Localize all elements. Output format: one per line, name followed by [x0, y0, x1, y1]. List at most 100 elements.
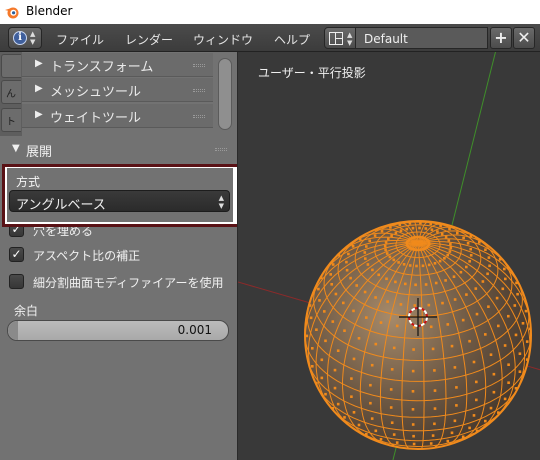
delete-screen-button[interactable]: ✕ [513, 27, 535, 49]
drag-grip-icon[interactable] [215, 148, 227, 151]
menu-help[interactable]: ヘルプ [274, 31, 310, 48]
face-dot [351, 245, 355, 248]
face-dot [374, 429, 378, 433]
face-dot [349, 276, 352, 280]
3d-viewport[interactable] [237, 52, 540, 460]
face-dot [450, 431, 454, 435]
face-dot [399, 229, 403, 232]
menu-window[interactable]: ウィンドウ [193, 31, 253, 48]
face-dot [453, 419, 457, 423]
face-dot [524, 309, 528, 313]
face-dot [399, 303, 403, 306]
panel-mesh-tools[interactable]: ▶ メッシュツール [22, 78, 213, 102]
face-dot [462, 236, 465, 240]
face-dot [449, 242, 452, 246]
face-dot [507, 381, 510, 384]
face-dot [459, 270, 463, 274]
face-dot [398, 223, 402, 227]
face-dot [408, 222, 412, 225]
face-dot [365, 245, 368, 248]
face-dot [468, 260, 471, 263]
panel-transform[interactable]: ▶ トランスフォーム [22, 53, 213, 77]
shelf-tab-shading[interactable]: ト [1, 108, 21, 132]
shelf-tab-tools[interactable] [1, 54, 21, 78]
face-dot [347, 252, 350, 256]
face-dot [385, 277, 388, 281]
method-label: 方式 [16, 175, 41, 189]
face-dot [408, 264, 412, 267]
face-dot [333, 368, 337, 372]
face-dot [474, 287, 478, 290]
margin-slider[interactable]: 0.001 [7, 320, 229, 341]
face-dot [394, 280, 397, 284]
face-dot [369, 383, 372, 387]
face-dot [412, 348, 415, 351]
face-dot [350, 377, 353, 380]
method-dropdown[interactable]: アングルベース ▲ ▼ [9, 190, 230, 213]
editor-type-button[interactable]: i ▲ ▼ [8, 27, 42, 49]
face-dot [324, 339, 327, 343]
face-dot [434, 281, 438, 285]
panel-transform-label: トランスフォーム [50, 60, 154, 75]
face-dot [478, 241, 481, 244]
face-dot [427, 263, 431, 267]
face-dot [488, 264, 491, 268]
face-dot [495, 296, 499, 300]
panel-weight-tools[interactable]: ▶ ウェイトツール [22, 104, 213, 128]
face-dot [374, 296, 377, 299]
face-dot [345, 268, 349, 272]
face-dot [513, 304, 517, 307]
shelf-scrollbar[interactable] [218, 58, 232, 130]
face-dot [357, 337, 361, 340]
updown-arrows-icon: ▲ ▼ [347, 31, 353, 47]
shelf-tab-create[interactable]: ん [1, 80, 21, 104]
face-dot [418, 226, 421, 230]
face-dot [466, 242, 470, 245]
subsurf-checkbox[interactable] [9, 274, 24, 289]
drag-grip-icon[interactable] [193, 89, 205, 92]
face-dot [440, 232, 444, 236]
face-dot [411, 226, 415, 230]
face-dot [461, 318, 465, 322]
face-dot [465, 265, 468, 269]
margin-slider-fill [8, 321, 18, 340]
face-dot [444, 279, 447, 282]
face-dot [352, 357, 356, 361]
face-dot [414, 283, 417, 287]
face-dot [324, 392, 327, 396]
window-titlebar: Blender [0, 0, 540, 24]
face-dot [397, 261, 400, 264]
face-dot [438, 259, 442, 263]
face-dot [352, 411, 356, 414]
face-dot [430, 228, 434, 231]
face-dot [429, 222, 432, 226]
face-dot [411, 390, 415, 393]
margin-value: 0.001 [177, 323, 212, 337]
face-dot [468, 339, 471, 343]
unwrap-section-header[interactable]: ▼ 展開 [0, 137, 237, 161]
face-dot [518, 370, 522, 373]
drag-grip-icon[interactable] [193, 64, 205, 67]
face-dot [371, 268, 374, 272]
add-screen-button[interactable]: + [490, 27, 512, 49]
close-icon: ✕ [517, 28, 531, 47]
screen-layout-field[interactable]: Default [356, 27, 488, 49]
info-icon: i [13, 31, 27, 45]
face-dot [489, 406, 493, 410]
menu-file[interactable]: ファイル [56, 31, 104, 48]
face-dot [481, 280, 485, 283]
face-dot [374, 342, 378, 346]
face-dot [516, 292, 519, 296]
expanded-arrow-icon: ▼ [12, 143, 20, 154]
menu-render[interactable]: レンダー [125, 31, 173, 48]
collapsed-arrow-icon: ▶ [35, 83, 43, 94]
viewport-canvas[interactable] [238, 52, 540, 460]
drag-grip-icon[interactable] [193, 115, 205, 118]
screen-layout-button[interactable]: ▲ ▼ [324, 27, 356, 49]
face-dot [429, 325, 433, 329]
aspect-checkbox[interactable]: ✓ [9, 247, 24, 262]
face-dot [429, 442, 433, 445]
face-dot [390, 368, 394, 371]
face-dot [453, 366, 457, 369]
face-dot [507, 314, 510, 318]
